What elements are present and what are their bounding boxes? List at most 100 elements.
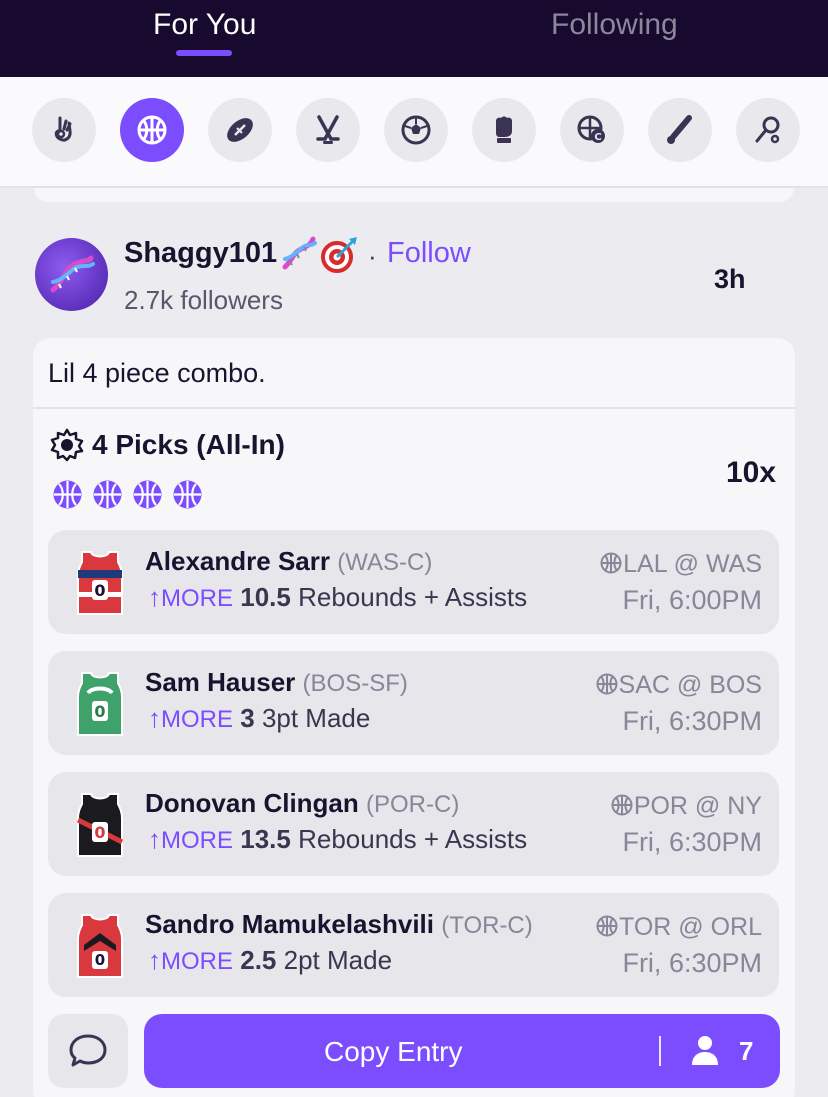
player-team-position: (TOR-C) (441, 912, 533, 939)
pick-row[interactable]: 0 Alexandre Sarr (WAS-C) ↑MORE 10.5 Rebo… (48, 530, 779, 634)
basketball-small-icon (611, 794, 633, 816)
follow-button[interactable]: Follow (387, 237, 471, 270)
target-emoji-icon (321, 237, 357, 273)
player-team-position: (POR-C) (366, 791, 460, 818)
sport-filter-mma[interactable] (472, 98, 536, 162)
direction-label: MORE (161, 585, 233, 612)
pickem-hand-icon (54, 116, 72, 142)
jersey-icon: 0 (77, 551, 123, 615)
active-tab-indicator (176, 50, 232, 56)
matchup: SAC @ BOS (596, 671, 762, 700)
player-name: Sandro Mamukelashvili (TOR-C) (145, 909, 533, 939)
top-tab-bar: For You Following (0, 0, 828, 77)
copy-button-divider (659, 1036, 661, 1066)
jersey-icon: 0 (77, 914, 123, 978)
matchup: POR @ NY (611, 792, 762, 821)
follower-count: 2.7k followers (124, 285, 283, 315)
golf-icon (755, 116, 780, 144)
line-value: 2.5 (240, 945, 277, 975)
basketball-icon (137, 115, 167, 145)
football-icon (227, 118, 253, 142)
sport-filter-cricket[interactable] (648, 98, 712, 162)
sport-filter-basketball[interactable] (120, 98, 184, 162)
cricket-bat-icon (667, 115, 692, 144)
pick-line: ↑MORE 3 3pt Made (148, 703, 370, 734)
matchup: TOR @ ORL (596, 913, 762, 942)
pick-line: ↑MORE 10.5 Rebounds + Assists (148, 582, 527, 613)
sport-filter-bar: C (0, 77, 828, 188)
comment-bubble-icon (69, 1034, 107, 1067)
card-divider (33, 407, 795, 409)
pick-row[interactable]: 0 Donovan Clingan (POR-C) ↑MORE 13.5 Reb… (48, 772, 779, 876)
player-name: Donovan Clingan (POR-C) (145, 788, 460, 818)
svg-text:0: 0 (94, 581, 105, 600)
dna-avatar-image (50, 255, 95, 293)
jersey-icon: 0 (76, 793, 124, 857)
pick-row[interactable]: 0 Sam Hauser (BOS-SF) ↑MORE 3 3pt Made S… (48, 651, 779, 755)
copy-entry-label: Copy Entry (324, 1036, 463, 1067)
sport-filter-soccer[interactable] (384, 98, 448, 162)
jersey-icon: 0 (77, 672, 123, 736)
matchup: LAL @ WAS (600, 550, 762, 579)
tab-for-you[interactable]: For You (153, 8, 256, 42)
copy-entry-button[interactable]: Copy Entry 7 (144, 1014, 780, 1088)
copy-count: 7 (739, 1036, 754, 1066)
basketball-pick-icon (173, 480, 202, 509)
separator-dot: · (368, 241, 377, 271)
picks-gear-icon (50, 428, 84, 462)
soccer-ball-icon (401, 115, 431, 145)
mma-glove-icon (496, 116, 512, 143)
avatar[interactable] (35, 238, 108, 311)
sport-filter-hockey[interactable] (296, 98, 360, 162)
game-time: Fri, 6:30PM (622, 827, 762, 857)
direction-label: MORE (161, 948, 233, 975)
user-icon (692, 1036, 718, 1065)
svg-text:C: C (594, 132, 601, 143)
line-value: 13.5 (240, 824, 291, 854)
pick-line: ↑MORE 2.5 2pt Made (148, 945, 392, 976)
svg-text:0: 0 (95, 951, 105, 969)
picks-title: 4 Picks (All-In) (92, 429, 285, 460)
post-caption: Lil 4 piece combo. (48, 358, 266, 388)
previous-card-edge (34, 188, 794, 202)
tab-following[interactable]: Following (551, 8, 678, 42)
basketball-pick-icon (93, 480, 122, 509)
basketball-small-icon (596, 673, 618, 695)
stat-type: Rebounds + Assists (298, 824, 528, 854)
stat-type: 2pt Made (283, 945, 393, 975)
sport-filter-football[interactable] (208, 98, 272, 162)
payout-multiplier: 10x (726, 456, 777, 489)
up-arrow-icon: ↑ (148, 824, 161, 854)
game-time: Fri, 6:00PM (622, 585, 762, 615)
direction-label: MORE (161, 706, 233, 733)
username[interactable]: Shaggy101 (124, 237, 277, 270)
basketball-pick-icon (53, 480, 82, 509)
hockey-sticks-icon (316, 115, 340, 144)
post-time: 3h (714, 264, 746, 294)
stat-type: Rebounds + Assists (298, 582, 528, 612)
dna-emoji-icon (282, 236, 317, 270)
game-time: Fri, 6:30PM (622, 706, 762, 736)
line-value: 10.5 (240, 582, 291, 612)
up-arrow-icon: ↑ (148, 945, 161, 975)
college-basketball-icon: C (577, 115, 605, 143)
player-name: Alexandre Sarr (WAS-C) (145, 546, 433, 576)
sport-filter-golf[interactable] (736, 98, 800, 162)
basketball-small-icon (600, 552, 622, 574)
up-arrow-icon: ↑ (148, 582, 161, 612)
sport-filter-pickem[interactable] (32, 98, 96, 162)
basketball-pick-icon (133, 480, 162, 509)
svg-text:0: 0 (94, 823, 105, 842)
player-team-position: (BOS-SF) (302, 670, 408, 697)
player-team-position: (WAS-C) (337, 549, 433, 576)
stat-type: 3pt Made (261, 703, 371, 733)
sport-filter-college-basketball[interactable]: C (560, 98, 624, 162)
basketball-small-icon (596, 915, 618, 937)
player-name: Sam Hauser (BOS-SF) (145, 667, 408, 697)
pick-row[interactable]: 0 Sandro Mamukelashvili (TOR-C) ↑MORE 2.… (48, 893, 779, 997)
up-arrow-icon: ↑ (148, 703, 161, 733)
svg-text:0: 0 (94, 702, 105, 721)
game-time: Fri, 6:30PM (622, 948, 762, 978)
comment-button[interactable] (48, 1014, 128, 1088)
direction-label: MORE (161, 827, 233, 854)
